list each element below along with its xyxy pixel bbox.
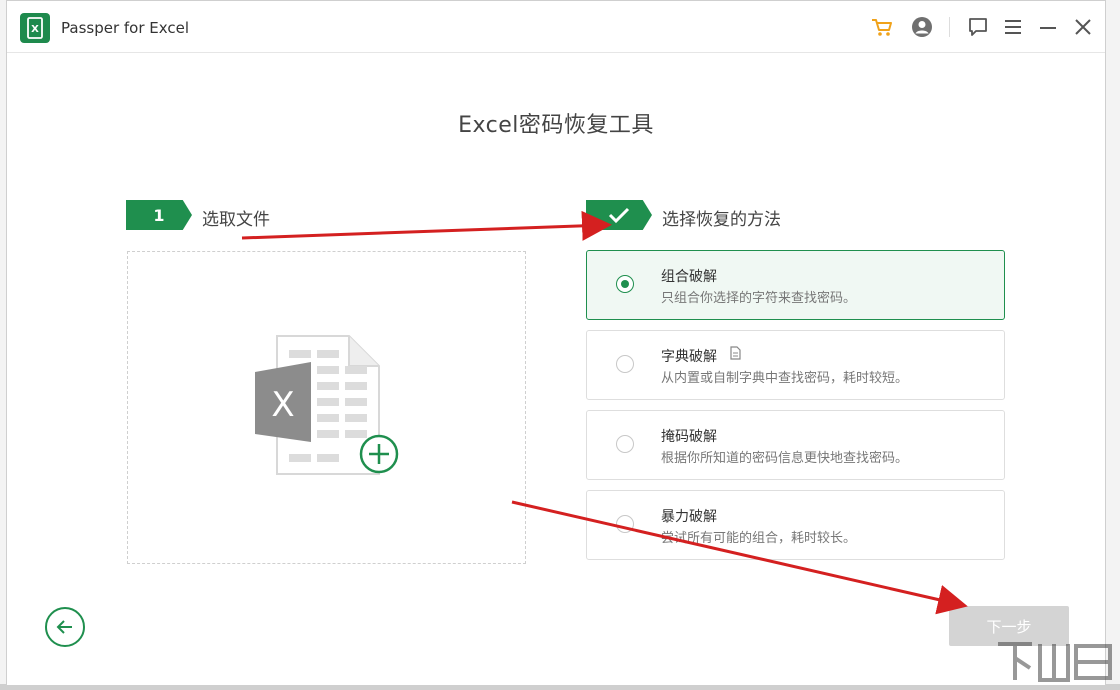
app-title: Passper for Excel — [61, 19, 190, 37]
svg-text:X: X — [31, 24, 39, 35]
option-brute-force-attack[interactable]: 暴力破解 尝试所有可能的组合，耗时较长。 — [586, 490, 1005, 560]
app-window: X Passper for Excel Excel密码恢复工具 1 选取文件 选… — [6, 0, 1106, 686]
option-description: 只组合你选择的字符来查找密码。 — [661, 291, 857, 306]
option-description: 从内置或自制字典中查找密码，耗时较短。 — [661, 371, 909, 386]
back-button[interactable] — [45, 607, 85, 647]
radio-button[interactable] — [616, 435, 634, 453]
step-2-badge — [586, 200, 652, 230]
radio-button[interactable] — [616, 275, 634, 293]
svg-text:X: X — [271, 385, 294, 425]
background-app-right — [1106, 0, 1120, 690]
option-title: 暴力破解 — [661, 509, 717, 525]
option-combination-attack[interactable]: 组合破解 只组合你选择的字符来查找密码。 — [586, 250, 1005, 320]
watermark-logo — [998, 642, 1112, 682]
option-description: 根据你所知道的密码信息更快地查找密码。 — [661, 451, 909, 466]
file-drop-zone[interactable]: X — [127, 251, 526, 564]
account-icon[interactable] — [910, 15, 934, 39]
feedback-icon[interactable] — [966, 15, 990, 39]
add-excel-file-icon: X — [255, 335, 399, 475]
option-mask-attack[interactable]: 掩码破解 根据你所知道的密码信息更快地查找密码。 — [586, 410, 1005, 480]
title-bar: X Passper for Excel — [7, 1, 1105, 53]
page-title: Excel密码恢复工具 — [458, 113, 654, 138]
checkmark-icon — [608, 207, 630, 224]
minimize-icon[interactable] — [1036, 15, 1060, 39]
step-1-label: 选取文件 — [202, 210, 270, 230]
cart-icon[interactable] — [870, 15, 894, 39]
close-icon[interactable] — [1071, 15, 1095, 39]
radio-button[interactable] — [616, 515, 634, 533]
step-2-label: 选择恢复的方法 — [662, 210, 781, 230]
radio-button[interactable] — [616, 355, 634, 373]
option-dictionary-attack[interactable]: 字典破解 从内置或自制字典中查找密码，耗时较短。 — [586, 330, 1005, 400]
step-1-badge: 1 — [126, 200, 192, 230]
arrow-left-icon — [56, 620, 72, 634]
menu-icon[interactable] — [1001, 15, 1025, 39]
toolbar-divider — [949, 17, 950, 37]
dictionary-file-icon[interactable] — [728, 346, 742, 360]
option-title: 组合破解 — [661, 269, 717, 285]
option-title: 掩码破解 — [661, 429, 717, 445]
option-description: 尝试所有可能的组合，耗时较长。 — [661, 531, 857, 546]
excel-logo-icon: X — [20, 13, 50, 43]
option-title: 字典破解 — [661, 349, 717, 365]
